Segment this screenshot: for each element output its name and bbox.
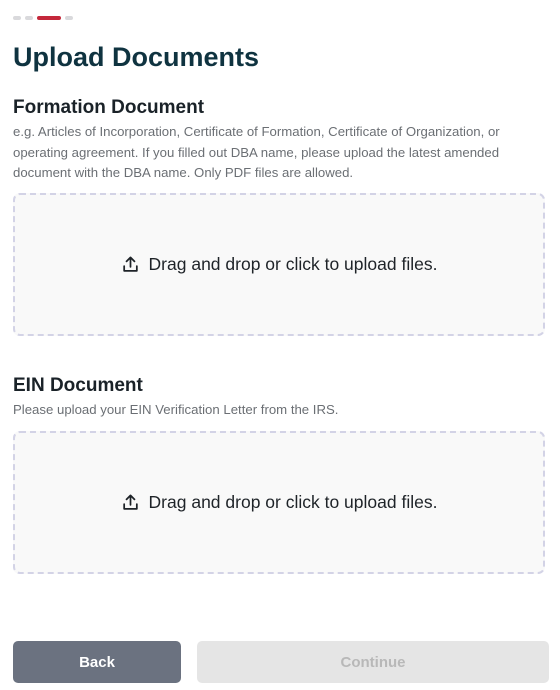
dropzone-label: Drag and drop or click to upload files.: [148, 254, 438, 274]
progress-step-4: [65, 16, 73, 20]
progress-step-2: [25, 16, 33, 20]
ein-document-dropzone[interactable]: Drag and drop or click to upload files.: [13, 431, 545, 574]
dropzone-content: Drag and drop or click to upload files.: [121, 254, 438, 275]
upload-icon: [122, 494, 138, 510]
formation-document-description: e.g. Articles of Incorporation, Certific…: [13, 124, 500, 180]
dropzone-content: Drag and drop or click to upload files.: [121, 492, 438, 513]
progress-step-3-current: [37, 16, 61, 20]
progress-stepper: [13, 16, 73, 20]
dropzone-label: Drag and drop or click to upload files.: [148, 492, 438, 512]
page-title: Upload Documents: [13, 42, 260, 72]
ein-document-description: Please upload your EIN Verification Lett…: [13, 402, 339, 417]
back-button[interactable]: Back: [13, 641, 181, 683]
upload-icon: [122, 256, 138, 272]
ein-document-title: EIN Document: [13, 375, 143, 396]
formation-document-dropzone[interactable]: Drag and drop or click to upload files.: [13, 193, 545, 336]
formation-document-title: Formation Document: [13, 97, 205, 118]
progress-step-1: [13, 16, 21, 20]
continue-button[interactable]: Continue: [197, 641, 549, 683]
